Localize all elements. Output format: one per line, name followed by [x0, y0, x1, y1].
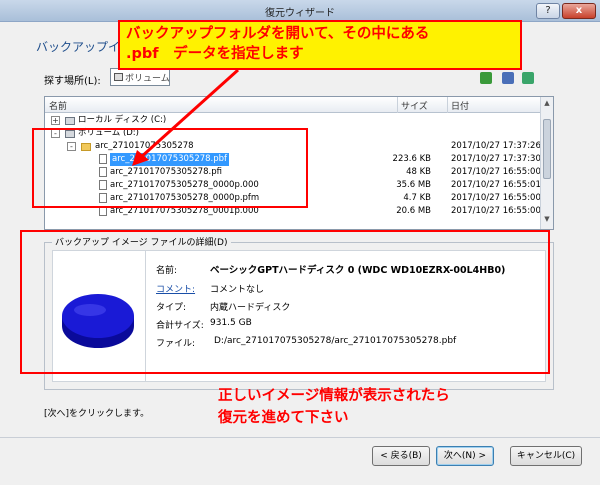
annotation-note: 復元を進めて下さい: [218, 410, 349, 426]
annotation-note: 正しいイメージ情報が表示されたら: [218, 388, 450, 404]
